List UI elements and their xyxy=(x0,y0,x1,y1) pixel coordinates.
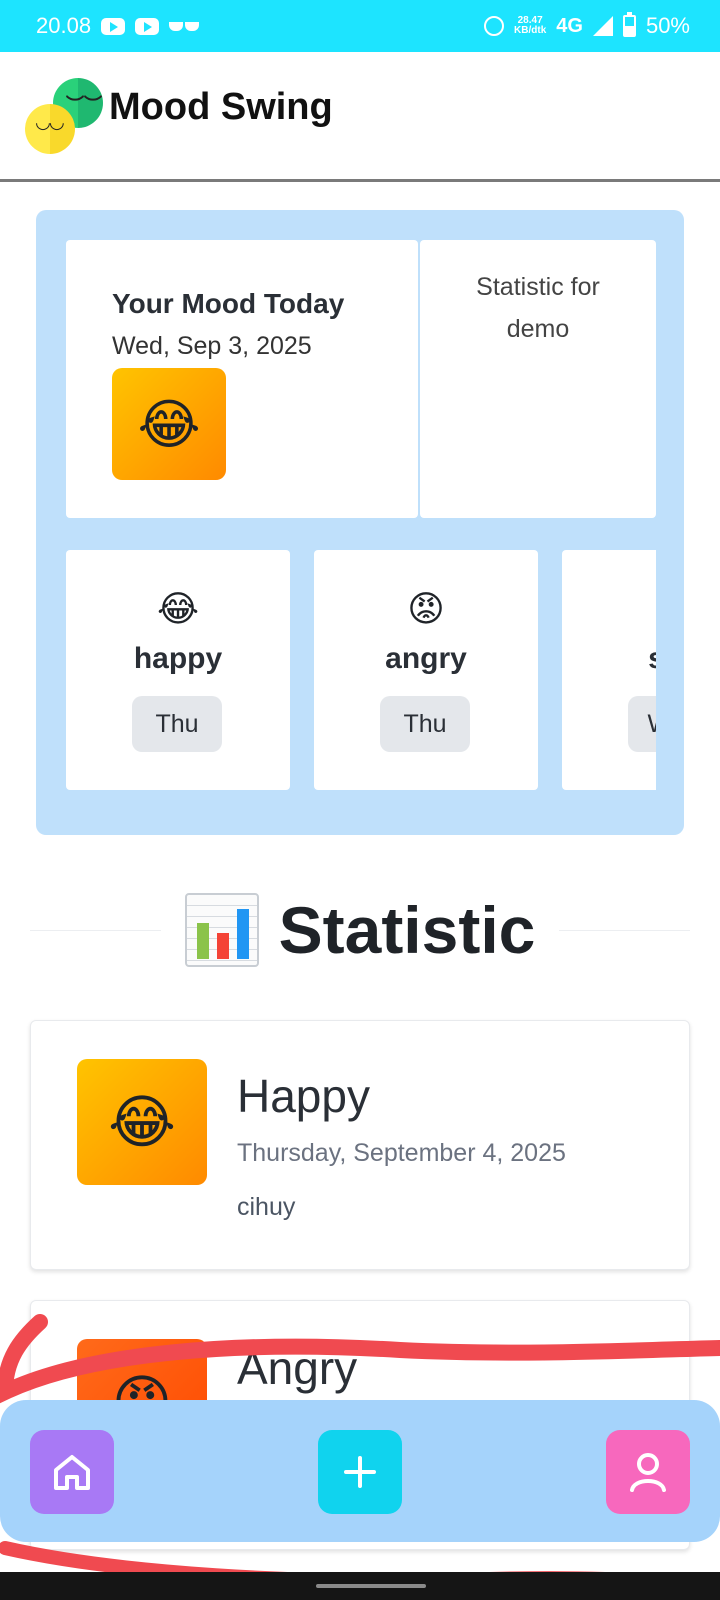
glasses-icon xyxy=(169,21,200,31)
alarm-icon xyxy=(484,16,505,36)
day-mood-card[interactable]: 😡 angry Thu xyxy=(314,550,538,790)
network-speed: 28.47 KB/dtk xyxy=(514,15,547,36)
entry-title: Happy xyxy=(237,1070,370,1122)
plus-icon xyxy=(344,1456,376,1488)
today-mood-title: Your Mood Today xyxy=(112,288,345,319)
home-icon xyxy=(54,1455,90,1490)
day-chip[interactable]: Thu xyxy=(380,696,470,752)
gesture-bar xyxy=(0,1572,720,1600)
day-chip[interactable]: Thu xyxy=(132,696,222,752)
day-mood-label: sad xyxy=(562,642,656,676)
day-mood-card[interactable]: 😂 happy Thu xyxy=(66,550,290,790)
statistic-heading: Statistic xyxy=(278,893,536,967)
add-mood-button[interactable] xyxy=(318,1430,402,1514)
youtube-icon xyxy=(135,17,160,35)
divider xyxy=(559,929,690,931)
statistic-section-heading: Statistic xyxy=(30,875,690,985)
battery-level: 50% xyxy=(645,13,690,38)
signal-icon xyxy=(592,16,613,36)
mood-panel: Your Mood Today Wed, Sep 3, 2025 😂 Stati… xyxy=(36,210,684,835)
today-mood-card[interactable]: Your Mood Today Wed, Sep 3, 2025 😂 xyxy=(66,240,418,518)
today-date: Wed, Sep 3, 2025 xyxy=(112,332,312,360)
day-mood-card[interactable]: 😢 sad Wed xyxy=(562,550,656,790)
divider xyxy=(30,929,161,931)
statistic-user-name: demo xyxy=(506,315,570,343)
day-mood-emoji: 😢 xyxy=(562,588,656,630)
status-bar: 20.08 28.47 KB/dtk 4G 50% xyxy=(0,0,720,52)
day-mood-label: angry xyxy=(385,642,467,675)
day-mood-emoji: 😂 xyxy=(156,588,200,629)
entry-date: Thursday, September 4, 2025 xyxy=(237,1139,566,1167)
bar-chart-icon xyxy=(184,893,259,967)
mood-entry-card[interactable]: 😂 Happy Thursday, September 4, 2025 cihu… xyxy=(30,1020,690,1270)
app-title: Mood Swing xyxy=(109,86,333,128)
weekly-mood-carousel[interactable]: 😂 happy Thu 😡 angry Thu 😢 sad Wed xyxy=(66,540,656,800)
home-button[interactable] xyxy=(30,1430,114,1514)
app-logo-icon: ︶︶ ◡◡ xyxy=(25,76,105,156)
bottom-navigation xyxy=(0,1400,720,1542)
youtube-icon xyxy=(101,17,126,35)
today-mood-emoji: 😂 xyxy=(112,368,226,480)
status-time: 20.08 xyxy=(36,13,92,38)
day-mood-emoji: 😡 xyxy=(407,588,445,629)
entry-note: cihuy xyxy=(237,1193,296,1221)
day-mood-label: happy xyxy=(133,642,223,675)
app-header: ︶︶ ◡◡ Mood Swing xyxy=(0,52,720,182)
network-type: 4G xyxy=(556,14,583,37)
statistic-for-label: Statistic for xyxy=(476,273,600,301)
profile-button[interactable] xyxy=(606,1430,690,1514)
home-indicator xyxy=(316,1584,426,1588)
user-icon xyxy=(630,1453,666,1492)
entry-title: Angry xyxy=(237,1342,358,1394)
day-chip[interactable]: Wed xyxy=(628,696,656,752)
statistic-user-card[interactable]: Statistic for demo xyxy=(420,240,656,518)
battery-icon xyxy=(622,12,636,37)
entry-mood-emoji: 😂 xyxy=(77,1059,207,1185)
